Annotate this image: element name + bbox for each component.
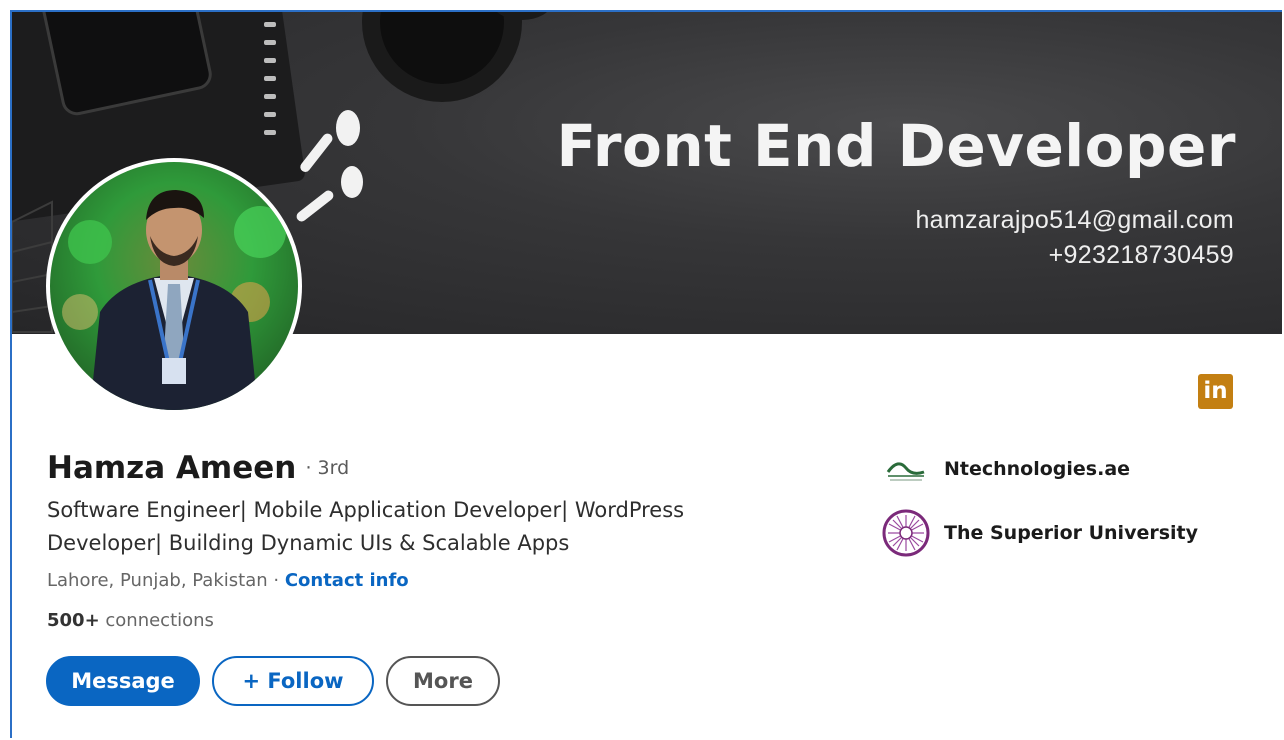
avatar-photo	[50, 162, 298, 410]
org-item-ntechnologies[interactable]: Ntechnologies.ae	[882, 444, 1130, 494]
profile-avatar[interactable]	[46, 158, 302, 414]
connections-count[interactable]: 500+ connections	[47, 610, 214, 631]
org-name: The Superior University	[944, 522, 1199, 544]
banner-title: Front End Developer	[556, 112, 1236, 180]
person-portrait-image	[50, 162, 298, 410]
message-button[interactable]: Message	[46, 656, 200, 706]
superior-university-logo-icon	[882, 509, 930, 557]
follow-button[interactable]: + Follow	[212, 656, 374, 706]
profile-headline: Software Engineer| Mobile Application De…	[47, 498, 685, 555]
more-button[interactable]: More	[386, 656, 500, 706]
connections-number: 500+	[47, 610, 100, 631]
name-row: Hamza Ameen · 3rd	[47, 450, 349, 486]
linkedin-icon[interactable]: in	[1198, 374, 1233, 409]
location-row: Lahore, Punjab, Pakistan · Contact info	[47, 570, 409, 591]
location-separator: ·	[267, 570, 285, 591]
contact-info-link[interactable]: Contact info	[285, 570, 409, 591]
banner-phone: +923218730459	[1048, 241, 1234, 269]
profile-name: Hamza Ameen	[47, 450, 297, 486]
banner-email: hamzarajpo514@gmail.com	[915, 206, 1234, 234]
profile-card: Front End Developer hamzarajpo514@gmail.…	[10, 10, 1282, 738]
org-name: Ntechnologies.ae	[944, 458, 1131, 480]
ntechnologies-logo-icon	[882, 445, 930, 493]
connection-degree: · 3rd	[305, 457, 350, 479]
profile-location: Lahore, Punjab, Pakistan	[47, 570, 268, 591]
connections-label: connections	[99, 610, 214, 631]
org-item-superior-university[interactable]: The Superior University	[882, 508, 1198, 558]
